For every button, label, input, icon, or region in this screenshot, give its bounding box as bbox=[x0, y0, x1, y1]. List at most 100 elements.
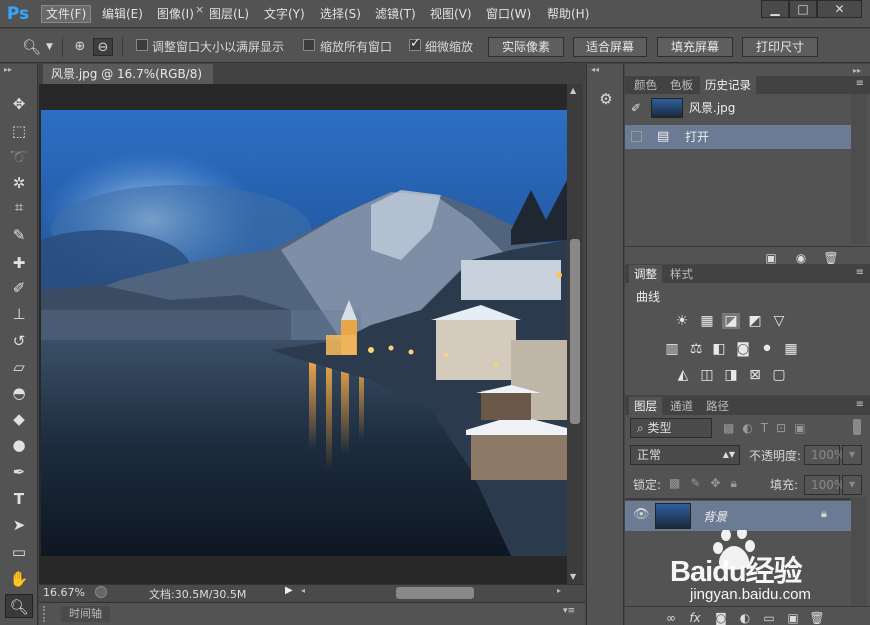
lasso-tool-icon[interactable]: ➰ bbox=[5, 145, 33, 169]
status-menu-icon[interactable] bbox=[95, 586, 107, 598]
levels-icon[interactable]: ▦ bbox=[698, 313, 716, 329]
close-icon[interactable]: × bbox=[195, 2, 207, 18]
tab-history[interactable]: 历史记录 bbox=[700, 76, 756, 94]
grip-icon[interactable] bbox=[43, 606, 55, 622]
blend-mode-select[interactable]: 正常 ▲▼ bbox=[630, 445, 740, 465]
opacity-input[interactable]: 100% bbox=[804, 445, 845, 465]
curves-icon[interactable]: ◪ bbox=[722, 313, 740, 329]
fill-dropdown-icon[interactable]: ▼ bbox=[842, 475, 862, 495]
menu-file[interactable]: 文件(F) bbox=[41, 5, 92, 23]
zoom-all-checkbox[interactable] bbox=[303, 39, 315, 51]
posterize-icon[interactable]: ◫ bbox=[698, 367, 716, 383]
filter-toggle[interactable] bbox=[853, 419, 861, 435]
eye-icon[interactable]: 👁︎ bbox=[633, 507, 650, 522]
minimize-button[interactable]: ▁ bbox=[761, 0, 789, 18]
fit-screen-button[interactable]: 适合屏幕 bbox=[573, 37, 647, 57]
zoom-tool-icon[interactable]: 🔍︎ bbox=[22, 38, 41, 56]
color-balance-icon[interactable]: ⚖ bbox=[687, 341, 705, 357]
menu-window[interactable]: 窗口(W) bbox=[482, 5, 535, 23]
history-scrollbar[interactable] bbox=[851, 94, 867, 244]
hand-tool-icon[interactable]: ✋ bbox=[5, 567, 33, 591]
selective-color-icon[interactable]: ▢ bbox=[770, 367, 788, 383]
zoom-tool-icon[interactable]: 🔍︎ bbox=[5, 594, 33, 618]
clone-stamp-icon[interactable]: ⊥ bbox=[5, 302, 33, 326]
camera-icon[interactable]: ◉ bbox=[793, 251, 809, 265]
document-tab[interactable]: 风景.jpg @ 16.7%(RGB/8) bbox=[43, 64, 213, 84]
scroll-right-icon[interactable]: ▸ bbox=[557, 586, 561, 595]
rectangle-tool-icon[interactable]: ▭ bbox=[5, 540, 33, 564]
path-select-icon[interactable]: ➤ bbox=[5, 513, 33, 537]
menu-image[interactable]: 图像(I) bbox=[153, 5, 198, 23]
menu-view[interactable]: 视图(V) bbox=[426, 5, 476, 23]
trash-icon[interactable]: 🗑︎ bbox=[823, 251, 839, 265]
horizontal-scroll-thumb[interactable] bbox=[396, 587, 474, 599]
scroll-left-icon[interactable]: ◂ bbox=[301, 586, 305, 595]
close-window-button[interactable]: ✕ bbox=[817, 0, 862, 18]
fill-screen-button[interactable]: 填充屏幕 bbox=[657, 37, 733, 57]
tool-preset-dropdown-icon[interactable]: ▼ bbox=[46, 38, 53, 56]
brush-tool-icon[interactable]: ✐ bbox=[5, 276, 33, 300]
photo-filter-icon[interactable]: ◙ bbox=[734, 341, 752, 357]
vibrance-icon[interactable]: ▽ bbox=[770, 313, 788, 329]
resize-windows-checkbox[interactable] bbox=[136, 39, 148, 51]
menu-type[interactable]: 文字(Y) bbox=[260, 5, 309, 23]
vertical-scroll-thumb[interactable] bbox=[570, 239, 580, 424]
history-step[interactable]: ▤ 打开 bbox=[625, 125, 851, 149]
fill-input[interactable]: 100% bbox=[804, 475, 845, 495]
hue-saturation-icon[interactable]: ▥ bbox=[663, 341, 681, 357]
zoom-out-icon[interactable]: ⊖ bbox=[93, 38, 113, 56]
vertical-scrollbar[interactable]: ▲ ▼ bbox=[567, 84, 583, 584]
move-tool-icon[interactable]: ✥ bbox=[5, 92, 33, 116]
opacity-dropdown-icon[interactable]: ▼ bbox=[842, 445, 862, 465]
panel-menu-icon[interactable]: ≡ bbox=[856, 399, 864, 410]
tab-paths[interactable]: 路径 bbox=[701, 397, 734, 415]
layer-filter-icons[interactable]: ▩◐T⊡▣ bbox=[723, 421, 814, 435]
timeline-tab[interactable]: 时间轴 bbox=[61, 606, 110, 622]
collapse-icon[interactable]: ▸▸ bbox=[4, 65, 12, 74]
menu-select[interactable]: 选择(S) bbox=[316, 5, 365, 23]
scrubby-zoom-checkbox[interactable] bbox=[409, 36, 421, 51]
invert-icon[interactable]: ◭ bbox=[674, 367, 692, 383]
exposure-icon[interactable]: ◩ bbox=[746, 313, 764, 329]
menu-layer[interactable]: 图层(L) bbox=[205, 5, 253, 23]
history-source-checkbox[interactable] bbox=[631, 131, 642, 142]
gradient-map-icon[interactable]: ⊠ bbox=[746, 367, 764, 383]
marquee-tool-icon[interactable]: ⬚ bbox=[5, 119, 33, 143]
tab-channels[interactable]: 通道 bbox=[665, 397, 698, 415]
properties-panel-icon[interactable]: ⚙ bbox=[595, 88, 617, 110]
black-white-icon[interactable]: ◧ bbox=[710, 341, 728, 357]
lock-icons[interactable]: ▩✎✥🔒︎ bbox=[669, 476, 747, 491]
brightness-icon[interactable]: ☀ bbox=[673, 313, 691, 329]
healing-brush-icon[interactable]: ✚ bbox=[5, 251, 33, 275]
crop-tool-icon[interactable]: ⌗ bbox=[5, 195, 33, 219]
history-brush-icon[interactable]: ↺ bbox=[5, 329, 33, 353]
eyedropper-icon[interactable]: ✎ bbox=[5, 223, 33, 247]
layer-row[interactable]: 👁︎ 背景 🔒︎ bbox=[625, 501, 851, 531]
actual-pixels-button[interactable]: 实际像素 bbox=[488, 37, 564, 57]
scroll-down-icon[interactable]: ▼ bbox=[570, 572, 576, 581]
zoom-level[interactable]: 16.67% bbox=[43, 586, 85, 599]
collapse-icon[interactable]: ◂◂ bbox=[591, 65, 599, 74]
layer-filter-select[interactable]: ⌕ 类型 bbox=[630, 418, 712, 438]
tab-color[interactable]: 颜色 bbox=[629, 76, 662, 94]
zoom-in-icon[interactable]: ⊕ bbox=[71, 38, 89, 56]
menu-edit[interactable]: 编辑(E) bbox=[98, 5, 147, 23]
scroll-up-icon[interactable]: ▲ bbox=[570, 86, 576, 95]
panel-menu-icon[interactable]: ≡ bbox=[856, 78, 864, 89]
color-lookup-icon[interactable]: ▦ bbox=[782, 341, 800, 357]
print-size-button[interactable]: 打印尺寸 bbox=[742, 37, 818, 57]
maximize-button[interactable]: □ bbox=[789, 0, 817, 18]
eraser-icon[interactable]: ▱ bbox=[5, 355, 33, 379]
layer-name[interactable]: 背景 bbox=[703, 508, 727, 525]
tab-swatches[interactable]: 色板 bbox=[665, 76, 698, 94]
pen-tool-icon[interactable]: ✒ bbox=[5, 460, 33, 484]
type-tool-icon[interactable]: T bbox=[5, 487, 33, 511]
tab-adjustments[interactable]: 调整 bbox=[629, 265, 662, 283]
menu-help[interactable]: 帮助(H) bbox=[543, 5, 593, 23]
panel-menu-icon[interactable]: ▾≡ bbox=[563, 606, 575, 616]
tab-styles[interactable]: 样式 bbox=[665, 265, 698, 283]
magic-wand-icon[interactable]: ✲ bbox=[5, 171, 33, 195]
status-arrow-icon[interactable]: ▶ bbox=[285, 585, 293, 596]
menu-filter[interactable]: 滤镜(T) bbox=[371, 5, 420, 23]
new-document-from-state-icon[interactable]: ▣ bbox=[763, 251, 779, 265]
